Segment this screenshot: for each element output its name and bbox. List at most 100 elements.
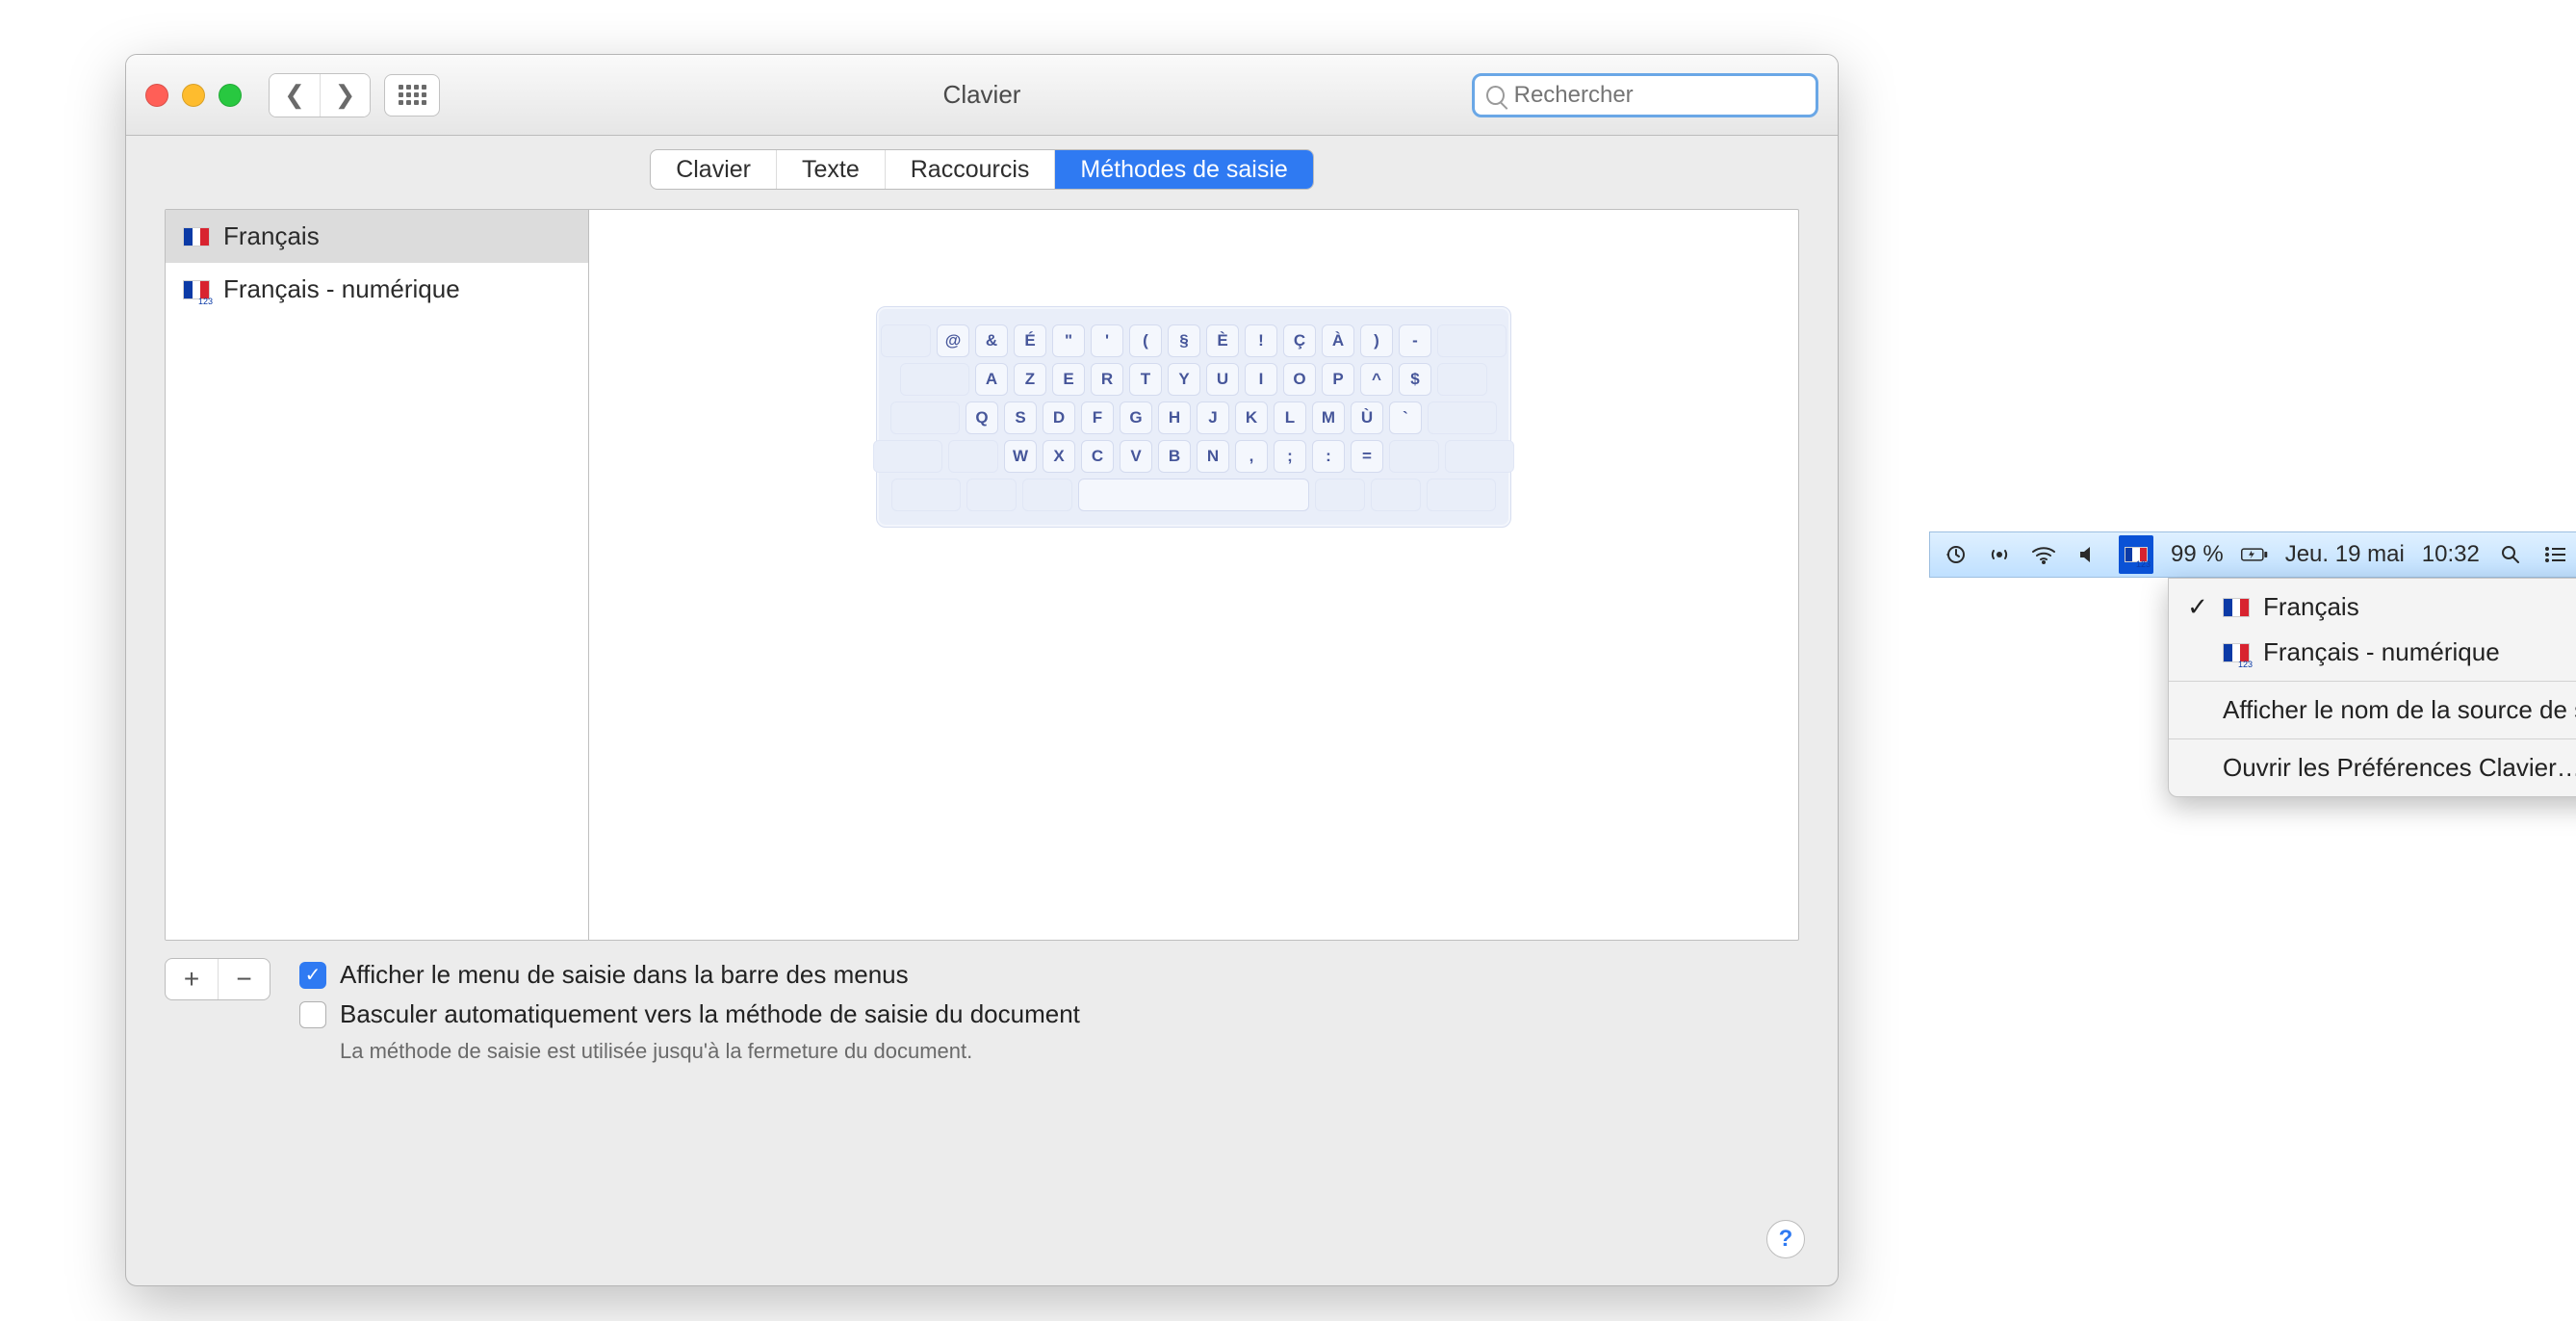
dropdown-open-keyboard-prefs[interactable]: Ouvrir les Préférences Clavier… <box>2169 745 2576 790</box>
minimize-window-button[interactable] <box>182 84 205 107</box>
under-controls: + − ✓ Afficher le menu de saisie dans la… <box>165 958 1799 1064</box>
flag-fr-numeric-icon <box>183 280 210 299</box>
back-button[interactable]: ❮ <box>270 74 320 117</box>
keyboard-key: C <box>1081 440 1114 473</box>
dropdown-item-label: Ouvrir les Préférences Clavier… <box>2223 753 2576 783</box>
battery-charging-icon[interactable] <box>2241 541 2268 568</box>
keyboard-key: : <box>1312 440 1345 473</box>
keyboard-key: F <box>1081 401 1114 434</box>
tab-raccourcis[interactable]: Raccourcis <box>885 150 1055 189</box>
keyboard-key-blank <box>948 440 998 473</box>
keyboard-layout: @&É"'(§È!ÇÀ)-AZERTYUIOP^$QSDFGHJKLMÙ`WXC… <box>876 306 1511 528</box>
keyboard-key: Z <box>1014 363 1046 396</box>
zoom-window-button[interactable] <box>219 84 242 107</box>
time-machine-icon[interactable] <box>1942 541 1969 568</box>
keyboard-row: WXCVBN,;:= <box>892 440 1495 473</box>
tab-clavier[interactable]: Clavier <box>651 150 776 189</box>
dropdown-item-label: Français - numérique <box>2263 637 2500 667</box>
keyboard-key-blank <box>1437 363 1487 396</box>
keyboard-key-blank <box>873 440 942 473</box>
search-field[interactable] <box>1472 73 1818 117</box>
airdrop-icon[interactable] <box>1986 541 2013 568</box>
keyboard-key: E <box>1052 363 1085 396</box>
traffic-lights <box>145 84 242 107</box>
keyboard-key: , <box>1235 440 1268 473</box>
keyboard-row: AZERTYUIOP^$ <box>892 363 1495 396</box>
input-source-label: Français <box>223 221 320 251</box>
forward-button[interactable]: ❯ <box>320 74 370 117</box>
auto-switch-option[interactable]: Basculer automatiquement vers la méthode… <box>299 999 1080 1029</box>
keyboard-key: S <box>1004 401 1037 434</box>
keyboard-key: À <box>1322 324 1354 357</box>
keyboard-key: - <box>1399 324 1431 357</box>
keyboard-key: D <box>1043 401 1075 434</box>
checkmark-icon: ✓ <box>2186 592 2209 622</box>
keyboard-key: Ç <box>1283 324 1316 357</box>
keyboard-key-blank <box>1437 324 1507 357</box>
add-source-button[interactable]: + <box>166 959 218 999</box>
notification-center-icon[interactable] <box>2541 541 2568 568</box>
keyboard-key-blank <box>1315 479 1365 511</box>
show-input-menu-option[interactable]: ✓ Afficher le menu de saisie dans la bar… <box>299 960 1080 990</box>
help-button[interactable]: ? <box>1766 1220 1805 1258</box>
option-hint: La méthode de saisie est utilisée jusqu'… <box>340 1039 1080 1064</box>
flag-fr-icon <box>183 227 210 246</box>
battery-percent: 99 % <box>2171 541 2224 568</box>
input-source-item[interactable]: Français - numérique <box>166 263 588 316</box>
dropdown-item-label: Afficher le nom de la source de saisie <box>2223 695 2576 725</box>
search-input[interactable] <box>1514 82 1804 109</box>
volume-icon[interactable] <box>2074 541 2101 568</box>
close-window-button[interactable] <box>145 84 168 107</box>
input-source-item[interactable]: Français <box>166 210 588 263</box>
menubar: 99 % Jeu. 19 mai 10:32 <box>1929 531 2576 578</box>
keyboard-key: I <box>1245 363 1277 396</box>
dropdown-show-source-name[interactable]: Afficher le nom de la source de saisie <box>2169 687 2576 733</box>
remove-source-button[interactable]: − <box>218 959 270 999</box>
keyboard-key: È <box>1206 324 1239 357</box>
flag-fr-icon <box>2223 598 2250 617</box>
add-remove-source: + − <box>165 958 270 1000</box>
keyboard-key: ) <box>1360 324 1393 357</box>
window-title: Clavier <box>943 80 1021 110</box>
flag-fr-numeric-icon <box>2223 643 2250 662</box>
keyboard-key: N <box>1197 440 1229 473</box>
nav-buttons: ❮ ❯ <box>269 73 371 117</box>
options: ✓ Afficher le menu de saisie dans la bar… <box>299 958 1080 1064</box>
input-source-menubar-button[interactable] <box>2119 535 2153 574</box>
wifi-icon[interactable] <box>2030 541 2057 568</box>
content: Français Français - numérique @&É"'(§È!Ç… <box>126 209 1838 1285</box>
dropdown-item-francais[interactable]: ✓ Français <box>2169 584 2576 630</box>
keyboard-key-blank <box>1371 479 1421 511</box>
input-sources-list: Français Français - numérique <box>166 210 589 940</box>
keyboard-key: ^ <box>1360 363 1393 396</box>
keyboard-key: L <box>1274 401 1306 434</box>
menubar-time[interactable]: 10:32 <box>2422 541 2480 568</box>
chevron-right-icon: ❯ <box>335 80 356 110</box>
option-label: Basculer automatiquement vers la méthode… <box>340 999 1080 1029</box>
keyboard-key: " <box>1052 324 1085 357</box>
tab-texte[interactable]: Texte <box>776 150 885 189</box>
tabs: Clavier Texte Raccourcis Méthodes de sai… <box>650 149 1314 190</box>
keyboard-key: § <box>1168 324 1200 357</box>
keyboard-key-blank <box>890 401 960 434</box>
spotlight-icon[interactable] <box>2497 541 2524 568</box>
option-label: Afficher le menu de saisie dans la barre… <box>340 960 909 990</box>
keyboard-key: P <box>1322 363 1354 396</box>
keyboard-key-blank <box>1022 479 1072 511</box>
keyboard-key: ! <box>1245 324 1277 357</box>
keyboard-key-blank <box>966 479 1017 511</box>
grid-icon <box>399 85 426 105</box>
keyboard-key: = <box>1351 440 1383 473</box>
dropdown-item-francais-numerique[interactable]: Français - numérique <box>2169 630 2576 675</box>
keyboard-key: $ <box>1399 363 1431 396</box>
keyboard-key: M <box>1312 401 1345 434</box>
menubar-date[interactable]: Jeu. 19 mai <box>2285 541 2405 568</box>
keyboard-key-blank <box>1445 440 1514 473</box>
show-all-prefs-button[interactable] <box>384 74 440 117</box>
dropdown-separator <box>2169 681 2576 682</box>
checkbox-icon <box>299 1001 326 1028</box>
keyboard-key-blank <box>1428 401 1497 434</box>
tab-methodes-de-saisie[interactable]: Méthodes de saisie <box>1054 150 1312 189</box>
input-source-dropdown: ✓ Français Français - numérique Afficher… <box>2168 578 2576 797</box>
keyboard-key: W <box>1004 440 1037 473</box>
